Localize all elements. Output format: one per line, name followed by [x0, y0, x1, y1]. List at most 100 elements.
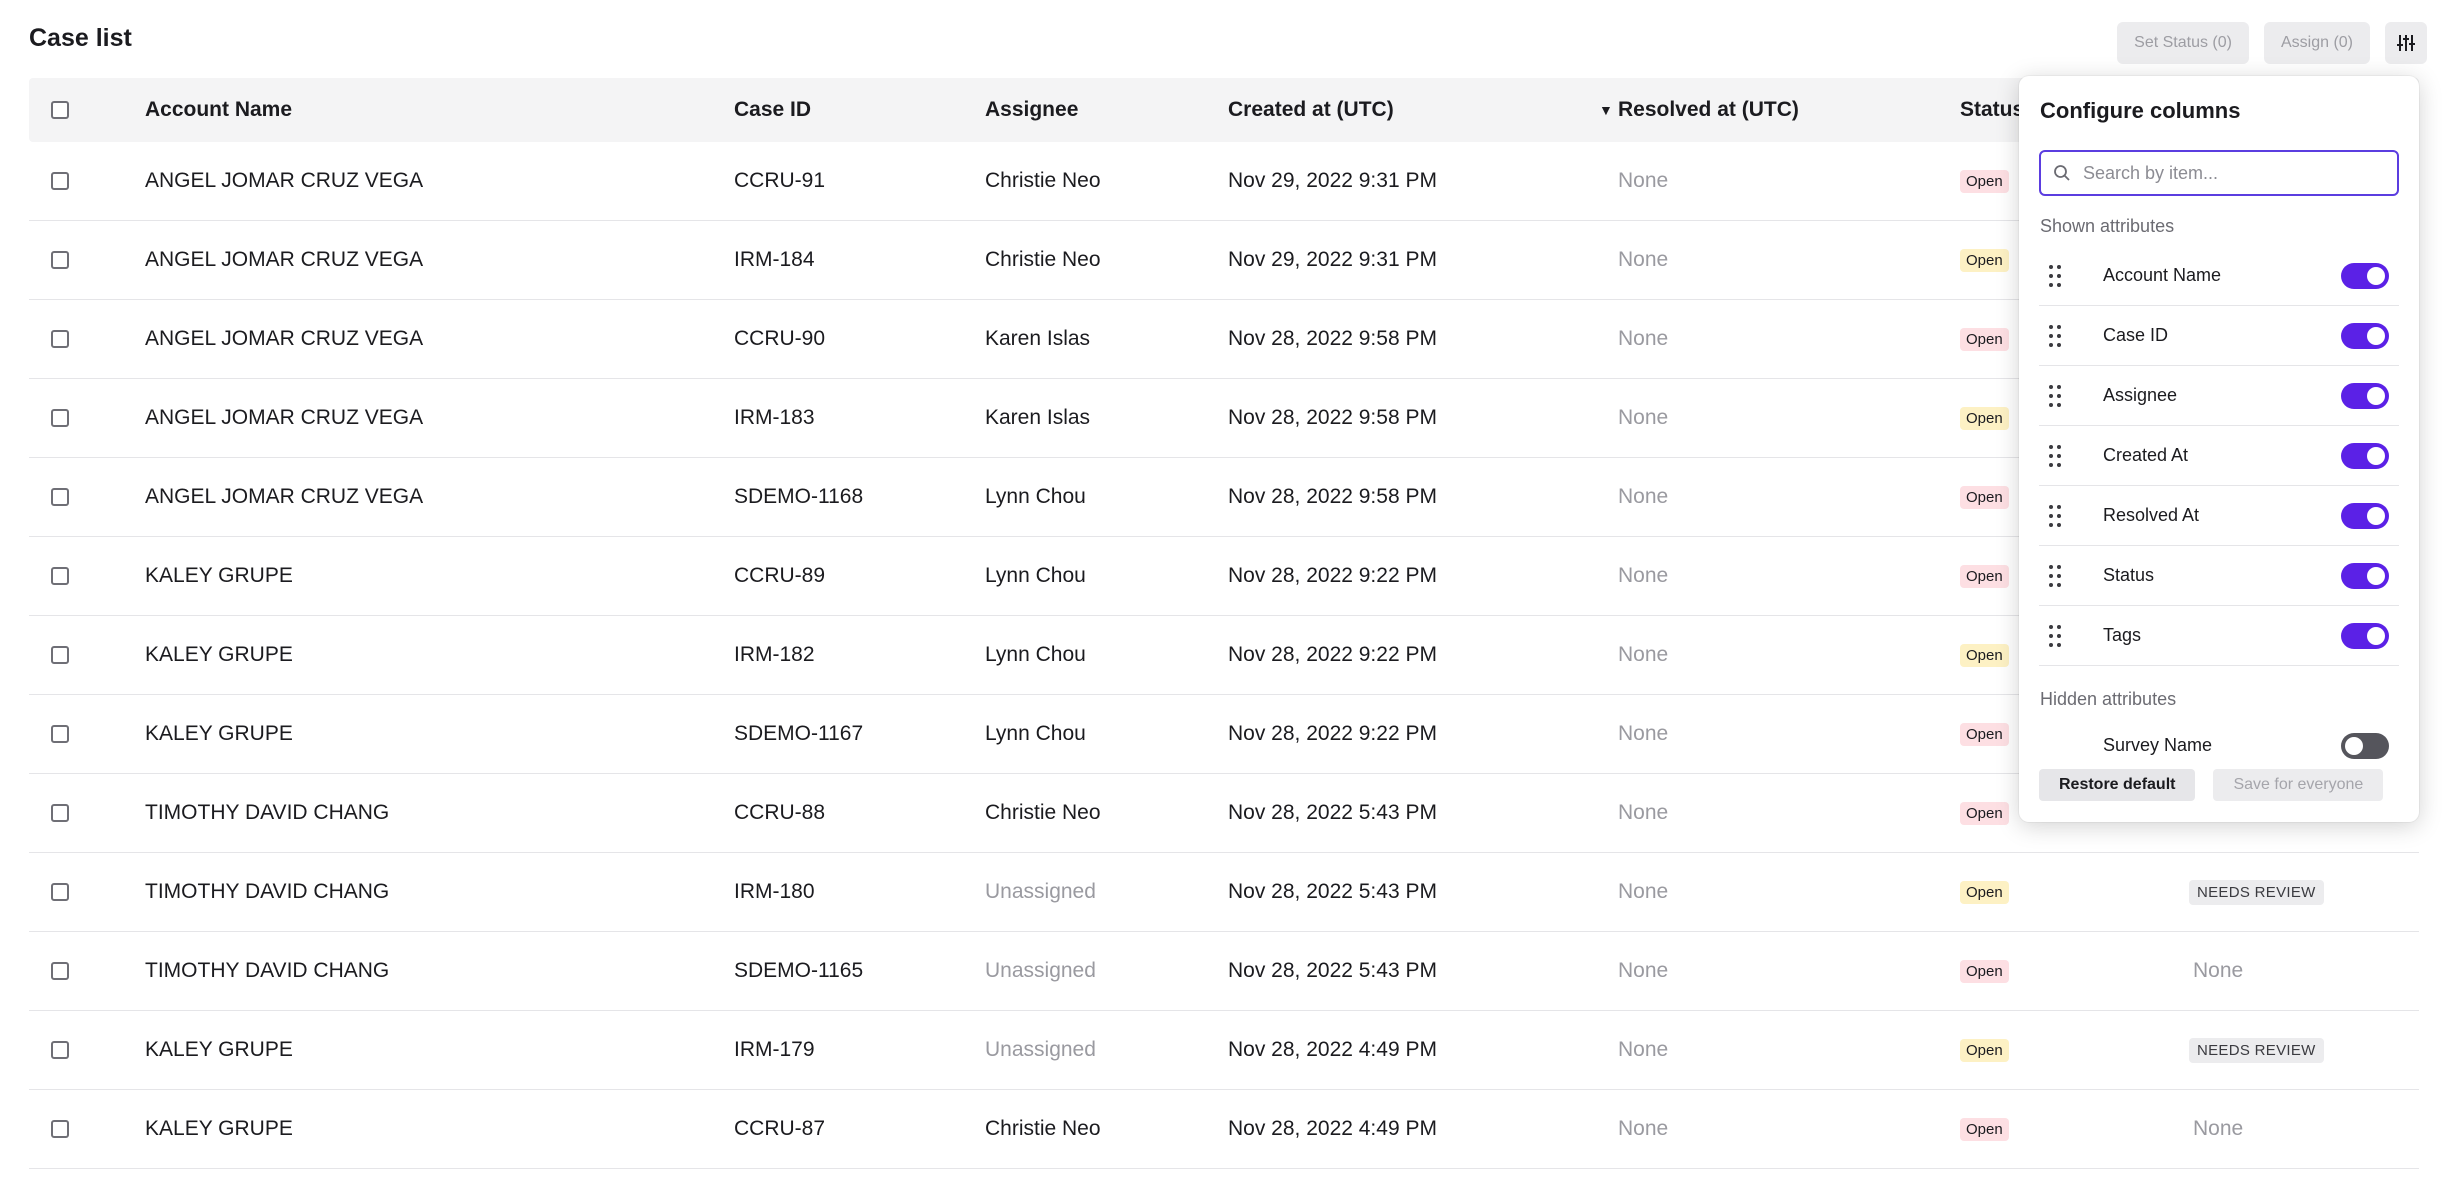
row-checkbox[interactable]	[51, 883, 69, 901]
header-created-at[interactable]: Created at (UTC)	[1228, 78, 1394, 142]
assignee-cell: Christie Neo	[985, 801, 1101, 824]
attribute-toggle[interactable]	[2341, 382, 2389, 409]
header-account-name[interactable]: Account Name	[145, 78, 292, 142]
case-id-cell[interactable]: SDEMO-1167	[734, 695, 863, 773]
table-row[interactable]: TIMOTHY DAVID CHANG IRM-180 Unassigned Nov …	[29, 853, 2419, 932]
assign-button[interactable]: Assign (0)	[2263, 22, 2370, 64]
status-cell: Open	[1960, 1090, 2009, 1168]
drag-handle-icon[interactable]	[2049, 263, 2063, 289]
case-id-cell[interactable]: IRM-180	[734, 853, 815, 931]
header-case-id[interactable]: Case ID	[734, 78, 811, 142]
tags-cell: None	[2193, 1117, 2244, 1140]
attribute-toggle[interactable]	[2341, 502, 2389, 529]
attribute-item[interactable]: Tags	[2039, 606, 2399, 666]
attribute-toggle[interactable]	[2341, 622, 2389, 649]
attribute-toggle[interactable]	[2341, 562, 2389, 589]
row-checkbox[interactable]	[51, 251, 69, 269]
attribute-item[interactable]: Case ID	[2039, 306, 2399, 366]
attribute-item[interactable]: Created At	[2039, 426, 2399, 486]
attribute-item[interactable]: Assignee	[2039, 366, 2399, 426]
sort-desc-icon[interactable]: ▼	[1599, 102, 1613, 118]
case-id-cell[interactable]: IRM-184	[734, 221, 815, 299]
select-all-checkbox[interactable]	[51, 101, 69, 119]
assignee-cell: Unassigned	[985, 959, 1096, 982]
account-name-cell: ANGEL JOMAR CRUZ VEGA	[145, 169, 424, 192]
row-checkbox[interactable]	[51, 409, 69, 427]
attribute-item[interactable]: Account Name	[2039, 246, 2399, 306]
row-checkbox[interactable]	[51, 567, 69, 585]
configure-columns-button[interactable]	[2385, 22, 2427, 64]
account-name-cell: ANGEL JOMAR CRUZ VEGA	[145, 248, 424, 271]
resolved-at-cell: None	[1618, 406, 1669, 429]
row-checkbox[interactable]	[51, 646, 69, 664]
status-cell: Open	[1960, 1011, 2009, 1089]
drag-handle-icon[interactable]	[2049, 623, 2063, 649]
drag-handle-icon[interactable]	[2049, 443, 2063, 469]
case-id-cell[interactable]: IRM-183	[734, 379, 815, 457]
drag-handle-icon[interactable]	[2049, 323, 2063, 349]
row-checkbox[interactable]	[51, 1041, 69, 1059]
attribute-toggle[interactable]	[2341, 442, 2389, 469]
row-checkbox[interactable]	[51, 962, 69, 980]
status-badge: Open	[1960, 722, 2009, 746]
restore-default-button[interactable]: Restore default	[2039, 769, 2196, 801]
case-id-cell[interactable]: SDEMO-1165	[734, 932, 863, 1010]
status-badge: Open	[1960, 169, 2009, 193]
attribute-toggle[interactable]	[2341, 322, 2389, 349]
case-id-cell[interactable]: IRM-182	[734, 616, 815, 694]
configure-columns-popover: Configure columns Shown attributes Accou…	[2019, 76, 2419, 822]
row-checkbox[interactable]	[51, 725, 69, 743]
status-cell: Open	[1960, 932, 2009, 1010]
row-select-cell	[51, 616, 69, 694]
drag-handle-icon[interactable]	[2049, 383, 2063, 409]
set-status-button[interactable]: Set Status (0)	[2117, 22, 2249, 64]
account-name-cell: ANGEL JOMAR CRUZ VEGA	[145, 485, 424, 508]
status-badge: Open	[1960, 248, 2009, 272]
case-id-cell[interactable]: SDEMO-1168	[734, 458, 863, 536]
account-name-cell: TIMOTHY DAVID CHANG	[145, 801, 390, 824]
resolved-at-cell: None	[1618, 485, 1669, 508]
row-checkbox[interactable]	[51, 1120, 69, 1138]
header-resolved-at[interactable]: Resolved at (UTC)	[1618, 78, 1799, 142]
resolved-at-cell: None	[1618, 1117, 1669, 1140]
status-cell: Open	[1960, 537, 2009, 615]
assignee-cell: Christie Neo	[985, 169, 1101, 192]
row-checkbox[interactable]	[51, 488, 69, 506]
case-id-cell[interactable]: CCRU-87	[734, 1090, 825, 1168]
attribute-item[interactable]: Resolved At	[2039, 486, 2399, 546]
row-select-cell	[51, 695, 69, 773]
case-id-cell[interactable]: CCRU-90	[734, 300, 825, 378]
created-at-cell: Nov 28, 2022 5:43 PM	[1228, 959, 1437, 982]
case-id-cell[interactable]: CCRU-88	[734, 774, 825, 852]
table-row[interactable]: TIMOTHY DAVID CHANG SDEMO-1165 Unassigned N…	[29, 932, 2419, 1011]
drag-handle-icon[interactable]	[2049, 563, 2063, 589]
drag-handle-icon[interactable]	[2049, 503, 2063, 529]
row-checkbox[interactable]	[51, 172, 69, 190]
row-checkbox[interactable]	[51, 330, 69, 348]
created-at-cell: Nov 28, 2022 9:22 PM	[1228, 643, 1437, 666]
assignee-cell: Unassigned	[985, 1038, 1096, 1061]
column-search-input[interactable]	[2081, 161, 2385, 185]
table-row[interactable]: KALEY GRUPE CCRU-87 Christie Neo Nov 28, 20…	[29, 1090, 2419, 1169]
column-search[interactable]	[2039, 150, 2399, 196]
header-assignee[interactable]: Assignee	[985, 78, 1078, 142]
row-checkbox[interactable]	[51, 804, 69, 822]
created-at-cell: Nov 28, 2022 9:58 PM	[1228, 485, 1437, 508]
account-name-cell: ANGEL JOMAR CRUZ VEGA	[145, 406, 424, 429]
row-select-cell	[51, 379, 69, 457]
assignee-cell: Karen Islas	[985, 327, 1091, 350]
page-title: Case list	[29, 24, 132, 52]
case-id-cell[interactable]: IRM-179	[734, 1011, 815, 1089]
save-for-everyone-button[interactable]: Save for everyone	[2213, 769, 2384, 801]
row-select-cell	[51, 300, 69, 378]
table-row[interactable]: KALEY GRUPE IRM-179 Unassigned Nov 28, 2022…	[29, 1011, 2419, 1090]
attribute-toggle[interactable]	[2341, 262, 2389, 289]
resolved-at-cell: None	[1618, 880, 1669, 903]
attribute-item[interactable]: Survey Name	[2039, 716, 2399, 775]
attribute-toggle[interactable]	[2341, 732, 2389, 759]
case-id-cell[interactable]: CCRU-89	[734, 537, 825, 615]
attribute-item[interactable]: Status	[2039, 546, 2399, 606]
account-name-cell: TIMOTHY DAVID CHANG	[145, 959, 390, 982]
case-id-cell[interactable]: CCRU-91	[734, 142, 825, 220]
header-status[interactable]: Status	[1960, 78, 2024, 142]
